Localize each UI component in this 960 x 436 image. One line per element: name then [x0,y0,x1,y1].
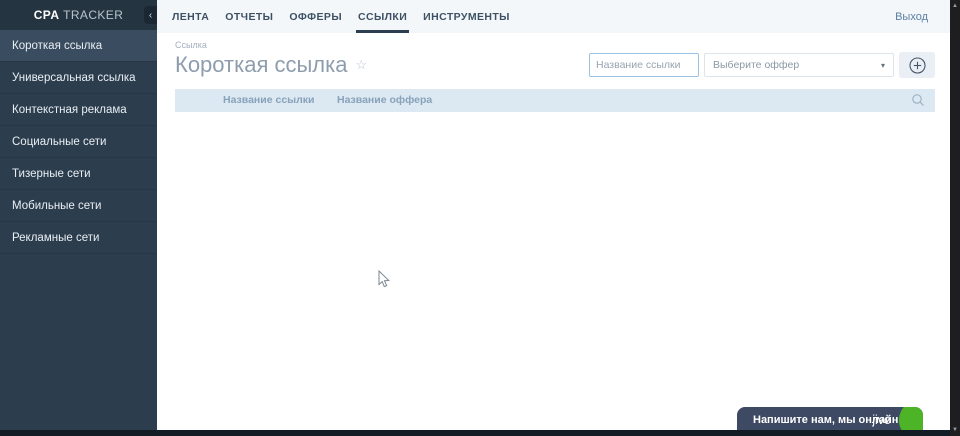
table-search-button[interactable] [911,93,925,112]
tab-feed[interactable]: ЛЕНТА [172,0,209,33]
tab-offers[interactable]: ОФФЕРЫ [289,0,342,33]
sidebar-item-label: Рекламные сети [12,231,100,244]
favorite-star-icon[interactable]: ☆ [355,57,367,73]
tab-reports[interactable]: ОТЧЕТЫ [225,0,273,33]
nav-tabs: ЛЕНТА ОТЧЕТЫ ОФФЕРЫ ССЫЛКИ ИНСТРУМЕНТЫ [172,0,510,33]
sidebar-item-label: Мобильные сети [12,199,102,212]
link-name-input[interactable] [589,53,699,77]
title-block: Ссылка Короткая ссылка ☆ [175,40,367,78]
chevron-down-icon: ▾ [880,60,885,70]
sidebar-item-ad-networks[interactable]: Рекламные сети [0,222,157,254]
sidebar-item-teaser-networks[interactable]: Тизерные сети [0,158,157,190]
add-link-button[interactable] [899,52,935,78]
scroll-down-arrow-icon[interactable]: ▼ [952,424,958,436]
offer-select[interactable]: Выберите оффер ▾ [704,53,894,77]
breadcrumb: Ссылка [175,40,207,50]
tab-links[interactable]: ССЫЛКИ [355,0,410,33]
column-header-offer-name: Название оффера [337,94,433,106]
create-link-controls: Выберите оффер ▾ [589,52,935,78]
sidebar: CPA TRACKER ‹ Короткая ссылка Универсаль… [0,0,157,436]
brand-logo: CPA TRACKER [34,8,124,22]
sidebar-item-label: Короткая ссылка [12,39,103,52]
page-title: Короткая ссылка [175,52,348,77]
main-content: Ссылка Короткая ссылка ☆ Выберите оффер … [157,33,950,431]
jivo-logo: jivo [872,413,891,427]
scroll-up-arrow-icon[interactable]: ▲ [952,0,958,12]
brand-tracker: TRACKER [63,8,124,22]
column-header-link-name: Название ссылки [223,94,315,106]
logout-link[interactable]: Выход [895,11,928,23]
vertical-scrollbar[interactable]: ▲ ▼ [950,0,960,436]
sidebar-item-short-link[interactable]: Короткая ссылка [0,30,157,62]
sidebar-item-label: Универсальная ссылка [12,71,136,84]
page-header-row: Ссылка Короткая ссылка ☆ Выберите оффер … [175,40,935,78]
sidebar-collapse-button[interactable]: ‹ [144,6,157,24]
search-icon [912,94,924,106]
sidebar-item-label: Тизерные сети [12,167,91,180]
sidebar-item-context-ads[interactable]: Контекстная реклама [0,94,157,126]
app-window: CPA TRACKER ‹ Короткая ссылка Универсаль… [0,0,960,436]
brand-cpa: CPA [33,8,60,22]
sidebar-item-universal-link[interactable]: Универсальная ссылка [0,62,157,94]
sidebar-item-mobile-networks[interactable]: Мобильные сети [0,190,157,222]
chevron-left-icon: ‹ [148,9,153,21]
bottom-window-edge [0,430,950,436]
sidebar-item-social-networks[interactable]: Социальные сети [0,126,157,158]
sidebar-item-label: Социальные сети [12,135,107,148]
top-navigation: ЛЕНТА ОТЧЕТЫ ОФФЕРЫ ССЫЛКИ ИНСТРУМЕНТЫ В… [157,0,950,33]
sidebar-item-label: Контекстная реклама [12,103,127,116]
tab-tools[interactable]: ИНСТРУМЕНТЫ [423,0,510,33]
links-table-header: Название ссылки Название оффера [175,89,935,112]
plus-circle-icon [908,56,926,74]
sidebar-header: CPA TRACKER ‹ [0,0,157,30]
offer-select-value: Выберите оффер [713,59,800,71]
